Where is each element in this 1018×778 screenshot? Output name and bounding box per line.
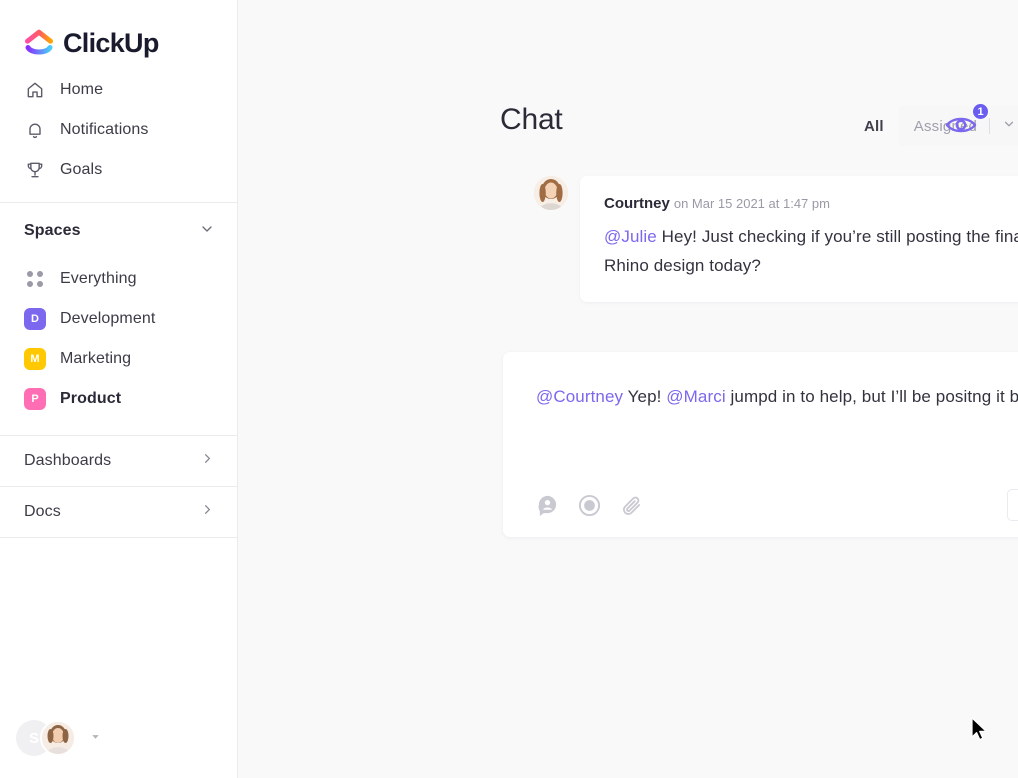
sidebar-item-goals-label: Goals xyxy=(60,161,103,178)
trophy-icon xyxy=(24,159,46,181)
user-profile-row[interactable]: S xyxy=(0,720,237,778)
sidebar: ClickUp Home Notifications Goals Spaces … xyxy=(0,0,238,778)
spaces-header[interactable]: Spaces xyxy=(0,203,237,259)
sidebar-item-everything-label: Everything xyxy=(60,270,137,287)
app-root: ClickUp Home Notifications Goals Spaces … xyxy=(0,0,1018,778)
message-header: Courtney on Mar 15 2021 at 1:47 pm xyxy=(604,196,1018,212)
message-text: Hey! Just checking if you’re still posti… xyxy=(604,227,1018,275)
mention-marci[interactable]: @Marci xyxy=(666,387,725,406)
toggle-option-inactive[interactable] xyxy=(1014,495,1018,515)
grid-dots-icon xyxy=(24,268,46,290)
composer-actions: COMMENT xyxy=(1007,486,1018,525)
sidebar-item-dashboards-label: Dashboards xyxy=(24,452,112,469)
message-bubble: Courtney on Mar 15 2021 at 1:47 pm @Julie… xyxy=(580,176,1018,302)
message-body: @Julie Hey! Just checking if you’re stil… xyxy=(604,222,1018,280)
comment-type-toggle[interactable] xyxy=(1007,489,1018,521)
chevron-right-icon xyxy=(200,451,215,471)
primary-nav: Home Notifications Goals xyxy=(0,64,237,202)
composer-tools xyxy=(534,492,644,518)
chevron-down-icon[interactable] xyxy=(1002,117,1016,136)
sidebar-item-marketing-label: Marketing xyxy=(60,350,132,367)
comment-composer: @Courtney Yep! @Marci jumpd in to help, … xyxy=(503,352,1018,537)
sidebar-item-home[interactable]: Home xyxy=(0,70,237,110)
record-icon[interactable] xyxy=(576,492,602,518)
composer-text-1: Yep! xyxy=(623,387,667,406)
space-badge-development: D xyxy=(24,308,46,330)
sidebar-item-development-label: Development xyxy=(60,310,156,327)
divider xyxy=(989,118,991,134)
mention-courtney[interactable]: @Courtney xyxy=(536,387,623,406)
composer-text-2: jumpd in to help, but I’ll be positng it… xyxy=(730,387,1018,406)
sidebar-item-docs-label: Docs xyxy=(24,503,61,520)
avatar-stack: S xyxy=(16,720,80,756)
clickup-logo-icon xyxy=(24,28,54,58)
filter-all-button[interactable]: All xyxy=(850,106,898,146)
home-icon xyxy=(24,79,46,101)
comment-input[interactable]: @Courtney Yep! @Marci jumpd in to help, … xyxy=(503,352,1018,473)
avatar[interactable] xyxy=(534,176,568,210)
bell-icon xyxy=(24,119,46,141)
avatar[interactable] xyxy=(40,720,76,756)
chevron-down-icon[interactable] xyxy=(199,221,215,242)
sidebar-item-notifications[interactable]: Notifications xyxy=(0,110,237,150)
chevron-right-icon xyxy=(200,502,215,522)
sidebar-item-product-label: Product xyxy=(60,390,122,407)
sidebar-item-product[interactable]: P Product xyxy=(0,379,237,419)
brand-logo[interactable]: ClickUp xyxy=(0,0,237,64)
sidebar-item-marketing[interactable]: M Marketing xyxy=(0,339,237,379)
spaces-title: Spaces xyxy=(24,222,81,239)
sidebar-item-dashboards[interactable]: Dashboards xyxy=(0,436,237,486)
top-bar: Chat All Assigned 1 xyxy=(238,0,1018,176)
main-panel: Chat All Assigned 1 Courtney on Mar 15 2… xyxy=(238,0,1018,778)
assignee-icon[interactable] xyxy=(534,492,560,518)
space-badge-marketing: M xyxy=(24,348,46,370)
message-author: Courtney xyxy=(604,195,670,212)
message-timestamp: on Mar 15 2021 at 1:47 pm xyxy=(673,196,830,211)
sidebar-item-docs[interactable]: Docs xyxy=(0,487,237,537)
attachment-paperclip-icon[interactable] xyxy=(618,492,644,518)
mention-julie[interactable]: @Julie xyxy=(604,227,657,246)
watchers-button[interactable]: 1 xyxy=(944,102,990,146)
space-badge-product: P xyxy=(24,388,46,410)
chat-area: Courtney on Mar 15 2021 at 1:47 pm @Julie… xyxy=(238,176,1018,778)
sidebar-item-development[interactable]: D Development xyxy=(0,299,237,339)
sidebar-item-everything[interactable]: Everything xyxy=(0,259,237,299)
spaces-list: Everything D Development M Marketing P P… xyxy=(0,259,237,419)
sidebar-item-home-label: Home xyxy=(60,81,104,98)
sidebar-item-goals[interactable]: Goals xyxy=(0,150,237,190)
sidebar-item-notifications-label: Notifications xyxy=(60,121,149,138)
composer-toolbar: COMMENT xyxy=(503,473,1018,537)
chat-filters: All Assigned xyxy=(850,106,1018,146)
brand-name: ClickUp xyxy=(63,27,159,58)
page-title: Chat xyxy=(500,103,563,136)
watchers-count-badge: 1 xyxy=(971,102,990,121)
chat-message: Courtney on Mar 15 2021 at 1:47 pm @Julie… xyxy=(534,176,1018,302)
caret-down-icon[interactable] xyxy=(90,729,101,747)
